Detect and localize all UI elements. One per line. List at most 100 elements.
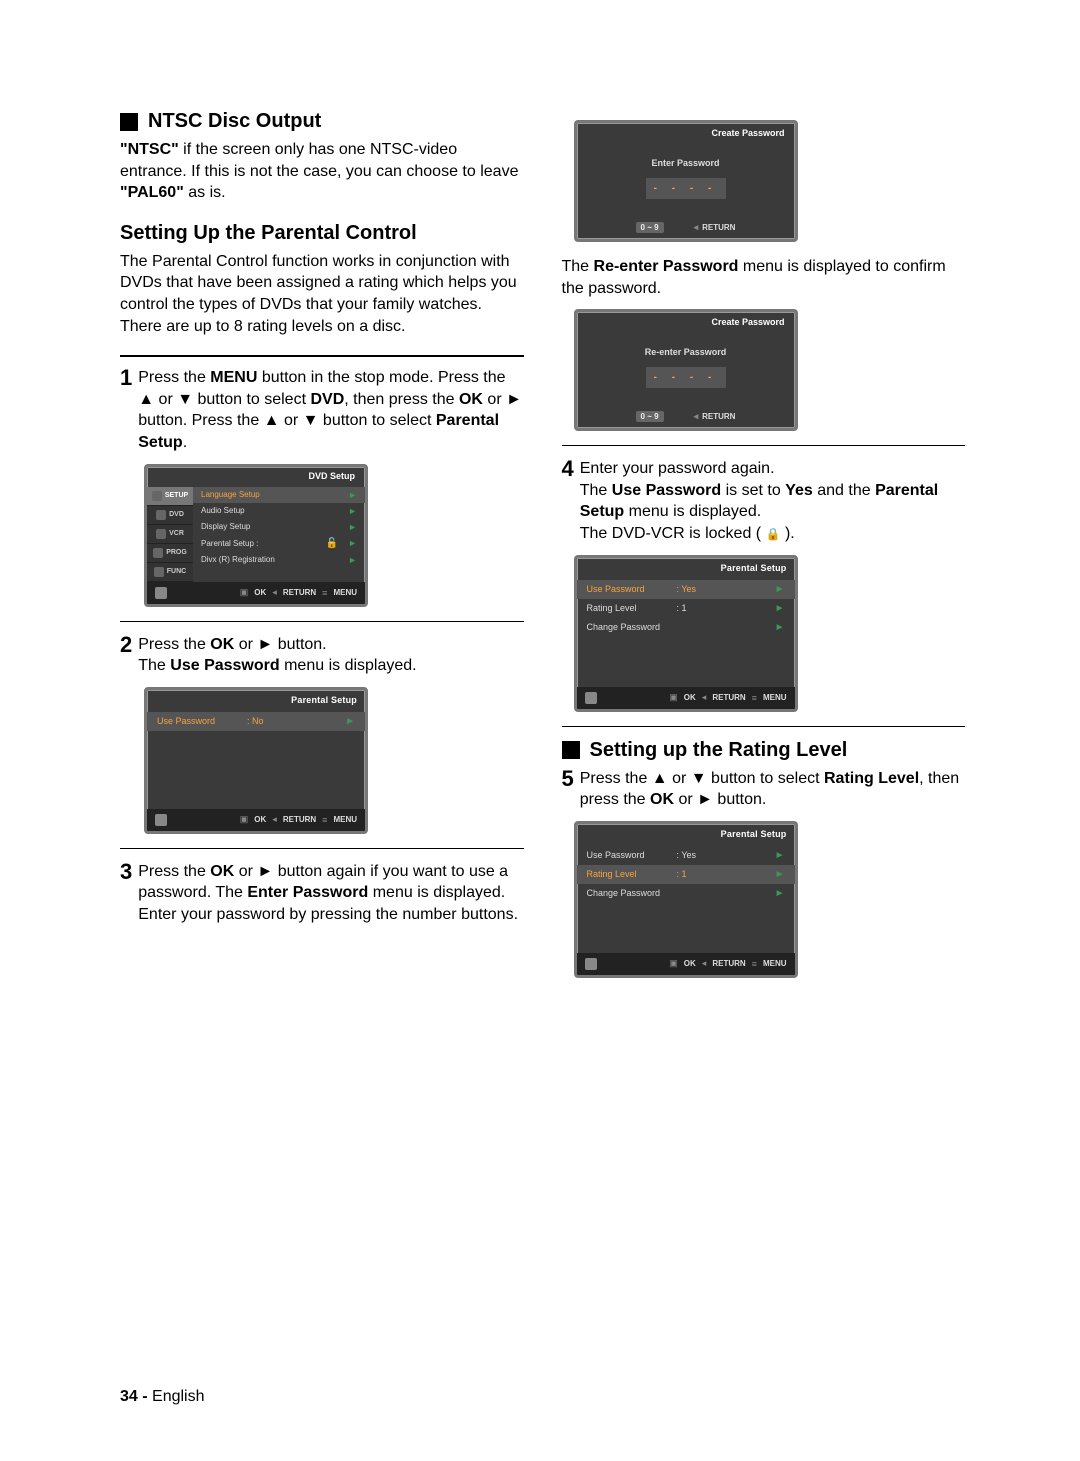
osd-dvd-setup: DVD Setup SETUP DVD VCR PROG FUNC Langua…: [144, 464, 368, 607]
divider: [562, 445, 966, 446]
osd-rating-level: Parental Setup Use Password: Yes Rating …: [574, 821, 798, 978]
pal60-bold: "PAL60": [120, 184, 184, 201]
right-column: Create Password Enter Password - - - - 0…: [562, 110, 966, 992]
ntsc-paragraph: "NTSC" if the screen only has one NTSC-v…: [120, 139, 524, 204]
osd-title: Create Password: [577, 123, 795, 152]
menu-item-use-password: Use Password: Yes: [577, 580, 795, 599]
menu-item-rating-level: Rating Level: 1: [577, 865, 795, 884]
step-5: 5 Press the or button to select Rating L…: [562, 768, 966, 811]
step-3: 3 Press the OK or button again if you wa…: [120, 861, 524, 926]
right-arrow-icon: [345, 716, 355, 727]
page-footer: 34 - English: [120, 1388, 205, 1406]
sidebar-tab-func: FUNC: [147, 563, 193, 582]
right-arrow-icon: [775, 888, 785, 899]
right-arrow-icon: [348, 555, 357, 565]
ntsc-bold: "NTSC": [120, 141, 179, 158]
divider: [120, 848, 524, 849]
enter-glyph-icon: ▣: [240, 814, 249, 825]
step-1-body: Press the MENU button in the stop mode. …: [138, 367, 523, 453]
return-glyph-icon: ◂: [702, 958, 707, 969]
rating-title: Setting up the Rating Level: [590, 739, 848, 762]
right-arrow-icon: [257, 863, 273, 880]
right-arrow-icon: [775, 603, 785, 614]
osd-footer: ▣OK ◂RETURN ≡MENU: [147, 809, 365, 831]
menu-glyph-icon: ≡: [752, 693, 757, 703]
right-arrow-icon: [348, 506, 357, 516]
enter-glyph-icon: ▣: [669, 958, 678, 969]
return-glyph-icon: ◂: [702, 692, 707, 703]
range-chip: 0 ~ 9: [636, 222, 664, 233]
square-bullet-icon: [562, 741, 580, 759]
menu-item-use-password: Use Password: Yes: [577, 846, 795, 865]
lock-icon: [766, 525, 781, 542]
page-language: English: [152, 1388, 204, 1405]
up-arrow-icon: [264, 412, 280, 429]
right-arrow-icon: [775, 622, 785, 633]
page-number: 34 -: [120, 1388, 148, 1405]
ntsc-heading: NTSC Disc Output: [120, 110, 524, 133]
sidebar-tab-prog: PROG: [147, 544, 193, 563]
osd-password-dashes: - - - -: [646, 178, 726, 199]
return-label: ◂RETURN: [694, 222, 736, 233]
right-arrow-icon: [348, 538, 357, 548]
right-arrow-icon: [348, 522, 357, 532]
menu-glyph-icon: ≡: [322, 588, 327, 598]
dpad-icon: [155, 587, 167, 599]
right-arrow-icon: [775, 850, 785, 861]
up-arrow-icon: [652, 770, 668, 787]
osd-title: DVD Setup: [147, 467, 365, 487]
menu-item-display: Display Setup: [193, 519, 365, 535]
osd-parental-setup-yes: Parental Setup Use Password: Yes Rating …: [574, 555, 798, 712]
enter-glyph-icon: ▣: [669, 692, 678, 703]
dvd-icon: [156, 510, 166, 520]
dpad-icon: [155, 814, 167, 826]
menu-item-change-password: Change Password: [577, 618, 795, 637]
osd-footer: 0 ~ 9 ◂RETURN: [577, 217, 795, 239]
divider: [120, 621, 524, 622]
dpad-icon: [585, 958, 597, 970]
right-arrow-icon: [697, 791, 713, 808]
right-arrow-icon: [348, 490, 357, 500]
osd-message: Enter Password: [577, 152, 795, 172]
vcr-icon: [156, 529, 166, 539]
down-arrow-icon: [303, 412, 319, 429]
osd-menu-list: Language Setup Audio Setup Display Setup…: [193, 487, 365, 582]
step-number: 3: [120, 861, 132, 926]
osd-title: Parental Setup: [577, 558, 795, 580]
osd-password-dashes: - - - -: [646, 367, 726, 388]
osd-sidebar: SETUP DVD VCR PROG FUNC: [147, 487, 193, 582]
divider: [562, 726, 966, 727]
sidebar-tab-setup: SETUP: [147, 487, 193, 506]
setup-icon: [152, 491, 162, 501]
menu-item-change-password: Change Password: [577, 884, 795, 903]
func-icon: [154, 567, 164, 577]
return-glyph-icon: ◂: [694, 222, 699, 233]
menu-glyph-icon: ≡: [752, 959, 757, 969]
osd-title: Parental Setup: [577, 824, 795, 846]
step-4: 4 Enter your password again. The Use Pas…: [562, 458, 966, 544]
menu-item-divx: Divx (R) Registration: [193, 552, 365, 568]
dpad-icon: [585, 692, 597, 704]
right-arrow-icon: [775, 584, 785, 595]
unlock-icon: [326, 538, 338, 549]
return-glyph-icon: ◂: [694, 411, 699, 422]
menu-item-use-password: Use Password : No: [147, 712, 365, 731]
parental-title: Setting Up the Parental Control: [120, 222, 524, 245]
right-arrow-icon: [506, 391, 522, 408]
step-5-body: Press the or button to select Rating Lev…: [580, 768, 965, 811]
prog-icon: [153, 548, 163, 558]
reenter-text: The Re-enter Password menu is displayed …: [562, 256, 966, 299]
step-3-body: Press the OK or button again if you want…: [138, 861, 523, 926]
osd-footer: ▣OK ◂RETURN ≡MENU: [147, 582, 365, 604]
osd-title: Create Password: [577, 312, 795, 341]
step-number: 1: [120, 367, 132, 453]
step-2: 2 Press the OK or button. The Use Passwo…: [120, 634, 524, 677]
menu-glyph-icon: ≡: [322, 815, 327, 825]
square-bullet-icon: [120, 113, 138, 131]
osd-footer: ▣OK ◂RETURN ≡MENU: [577, 953, 795, 975]
ntsc-title: NTSC Disc Output: [148, 110, 321, 133]
osd-parental-setup: Parental Setup Use Password : No ▣OK ◂RE…: [144, 687, 368, 834]
step-1: 1 Press the MENU button in the stop mode…: [120, 367, 524, 453]
menu-item-parental: Parental Setup :: [193, 535, 365, 552]
osd-footer: ▣OK ◂RETURN ≡MENU: [577, 687, 795, 709]
